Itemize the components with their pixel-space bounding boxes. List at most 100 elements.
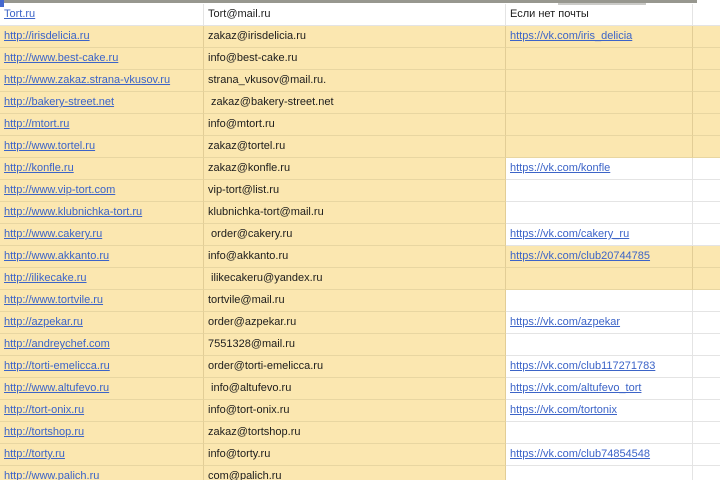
cell-email[interactable]: 7551328@mail.ru: [204, 334, 506, 356]
cell-vk[interactable]: [506, 202, 693, 224]
cell-url[interactable]: http://www.palich.ru: [0, 466, 204, 480]
url-link[interactable]: http://ilikecake.ru: [4, 272, 87, 284]
cell-extra[interactable]: [693, 26, 720, 48]
cell-vk[interactable]: [506, 422, 693, 444]
cell-vk[interactable]: [506, 334, 693, 356]
url-link[interactable]: http://torty.ru: [4, 448, 65, 460]
cell-extra[interactable]: [693, 70, 720, 92]
cell-url[interactable]: http://bakery-street.net: [0, 92, 204, 114]
vk-link[interactable]: https://vk.com/konfle: [510, 162, 610, 174]
cell-email[interactable]: klubnichka-tort@mail.ru: [204, 202, 506, 224]
cell-url[interactable]: http://www.best-cake.ru: [0, 48, 204, 70]
cell-vk[interactable]: https://vk.com/altufevo_tort: [506, 378, 693, 400]
header-url-link[interactable]: Tort.ru: [4, 8, 35, 20]
vk-link[interactable]: https://vk.com/altufevo_tort: [510, 382, 641, 394]
cell-url[interactable]: http://irisdelicia.ru: [0, 26, 204, 48]
cell-url[interactable]: http://www.altufevo.ru: [0, 378, 204, 400]
cell-email[interactable]: zakaz@tortshop.ru: [204, 422, 506, 444]
cell-url[interactable]: http://mtort.ru: [0, 114, 204, 136]
cell-vk[interactable]: [506, 70, 693, 92]
cell-url[interactable]: http://andreychef.com: [0, 334, 204, 356]
url-link[interactable]: http://www.vip-tort.com: [4, 184, 115, 196]
cell-url[interactable]: http://www.klubnichka-tort.ru: [0, 202, 204, 224]
cell-vk[interactable]: https://vk.com/club74854548: [506, 444, 693, 466]
cell-vk[interactable]: https://vk.com/azpekar: [506, 312, 693, 334]
header-cell-extra[interactable]: [693, 4, 720, 26]
cell-vk[interactable]: [506, 136, 693, 158]
vk-link[interactable]: https://vk.com/iris_delicia: [510, 30, 632, 42]
url-link[interactable]: http://azpekar.ru: [4, 316, 83, 328]
cell-extra[interactable]: [693, 268, 720, 290]
cell-email[interactable]: zakaz@konfle.ru: [204, 158, 506, 180]
cell-email[interactable]: info@torty.ru: [204, 444, 506, 466]
cell-extra[interactable]: [693, 356, 720, 378]
cell-email[interactable]: com@palich.ru: [204, 466, 506, 480]
cell-url[interactable]: http://torty.ru: [0, 444, 204, 466]
cell-vk[interactable]: [506, 180, 693, 202]
cell-extra[interactable]: [693, 444, 720, 466]
cell-url[interactable]: http://azpekar.ru: [0, 312, 204, 334]
url-link[interactable]: http://www.altufevo.ru: [4, 382, 109, 394]
cell-url[interactable]: http://tort-onix.ru: [0, 400, 204, 422]
cell-email[interactable]: info@akkanto.ru: [204, 246, 506, 268]
cell-email[interactable]: info@best-cake.ru: [204, 48, 506, 70]
cell-vk[interactable]: https://vk.com/iris_delicia: [506, 26, 693, 48]
url-link[interactable]: http://andreychef.com: [4, 338, 110, 350]
cell-email[interactable]: zakaz@tortel.ru: [204, 136, 506, 158]
cell-extra[interactable]: [693, 378, 720, 400]
cell-extra[interactable]: [693, 158, 720, 180]
cell-extra[interactable]: [693, 92, 720, 114]
cell-vk[interactable]: [506, 48, 693, 70]
cell-email[interactable]: ilikecakeru@yandex.ru: [204, 268, 506, 290]
url-link[interactable]: http://mtort.ru: [4, 118, 69, 130]
header-cell-email[interactable]: Tort@mail.ru: [204, 4, 506, 26]
cell-extra[interactable]: [693, 136, 720, 158]
url-link[interactable]: http://www.palich.ru: [4, 470, 99, 480]
cell-extra[interactable]: [693, 312, 720, 334]
cell-extra[interactable]: [693, 202, 720, 224]
url-link[interactable]: http://www.akkanto.ru: [4, 250, 109, 262]
url-link[interactable]: http://www.best-cake.ru: [4, 52, 118, 64]
cell-url[interactable]: http://konfle.ru: [0, 158, 204, 180]
vk-link[interactable]: https://vk.com/tortonix: [510, 404, 617, 416]
vk-link[interactable]: https://vk.com/club117271783: [510, 360, 655, 372]
cell-email[interactable]: info@tort-onix.ru: [204, 400, 506, 422]
cell-vk[interactable]: https://vk.com/cakery_ru: [506, 224, 693, 246]
vk-link[interactable]: https://vk.com/azpekar: [510, 316, 620, 328]
vk-link[interactable]: https://vk.com/cakery_ru: [510, 228, 629, 240]
url-link[interactable]: http://torti-emelicca.ru: [4, 360, 110, 372]
cell-extra[interactable]: [693, 466, 720, 480]
cell-vk[interactable]: [506, 466, 693, 480]
cell-email[interactable]: strana_vkusov@mail.ru.: [204, 70, 506, 92]
url-link[interactable]: http://www.cakery.ru: [4, 228, 102, 240]
cell-url[interactable]: http://www.akkanto.ru: [0, 246, 204, 268]
vk-link[interactable]: https://vk.com/club20744785: [510, 250, 650, 262]
cell-email[interactable]: vip-tort@list.ru: [204, 180, 506, 202]
cell-vk[interactable]: [506, 114, 693, 136]
cell-vk[interactable]: https://vk.com/club117271783: [506, 356, 693, 378]
cell-extra[interactable]: [693, 422, 720, 444]
cell-extra[interactable]: [693, 246, 720, 268]
cell-url[interactable]: http://torti-emelicca.ru: [0, 356, 204, 378]
cell-url[interactable]: http://tortshop.ru: [0, 422, 204, 444]
url-link[interactable]: http://bakery-street.net: [4, 96, 114, 108]
url-link[interactable]: http://tortshop.ru: [4, 426, 84, 438]
cell-url[interactable]: http://www.cakery.ru: [0, 224, 204, 246]
vk-link[interactable]: https://vk.com/club74854548: [510, 448, 650, 460]
cell-extra[interactable]: [693, 400, 720, 422]
url-link[interactable]: http://www.zakaz.strana-vkusov.ru: [4, 74, 170, 86]
cell-vk[interactable]: https://vk.com/club20744785: [506, 246, 693, 268]
cell-extra[interactable]: [693, 48, 720, 70]
cell-vk[interactable]: [506, 268, 693, 290]
url-link[interactable]: http://www.tortvile.ru: [4, 294, 103, 306]
header-cell-url[interactable]: Tort.ru: [0, 4, 204, 26]
cell-url[interactable]: http://www.tortel.ru: [0, 136, 204, 158]
url-link[interactable]: http://www.klubnichka-tort.ru: [4, 206, 142, 218]
cell-email[interactable]: order@torti-emelicca.ru: [204, 356, 506, 378]
cell-email[interactable]: order@cakery.ru: [204, 224, 506, 246]
cell-vk[interactable]: https://vk.com/konfle: [506, 158, 693, 180]
cell-vk[interactable]: [506, 290, 693, 312]
cell-url[interactable]: http://www.vip-tort.com: [0, 180, 204, 202]
url-link[interactable]: http://irisdelicia.ru: [4, 30, 90, 42]
cell-email[interactable]: zakaz@bakery-street.net: [204, 92, 506, 114]
